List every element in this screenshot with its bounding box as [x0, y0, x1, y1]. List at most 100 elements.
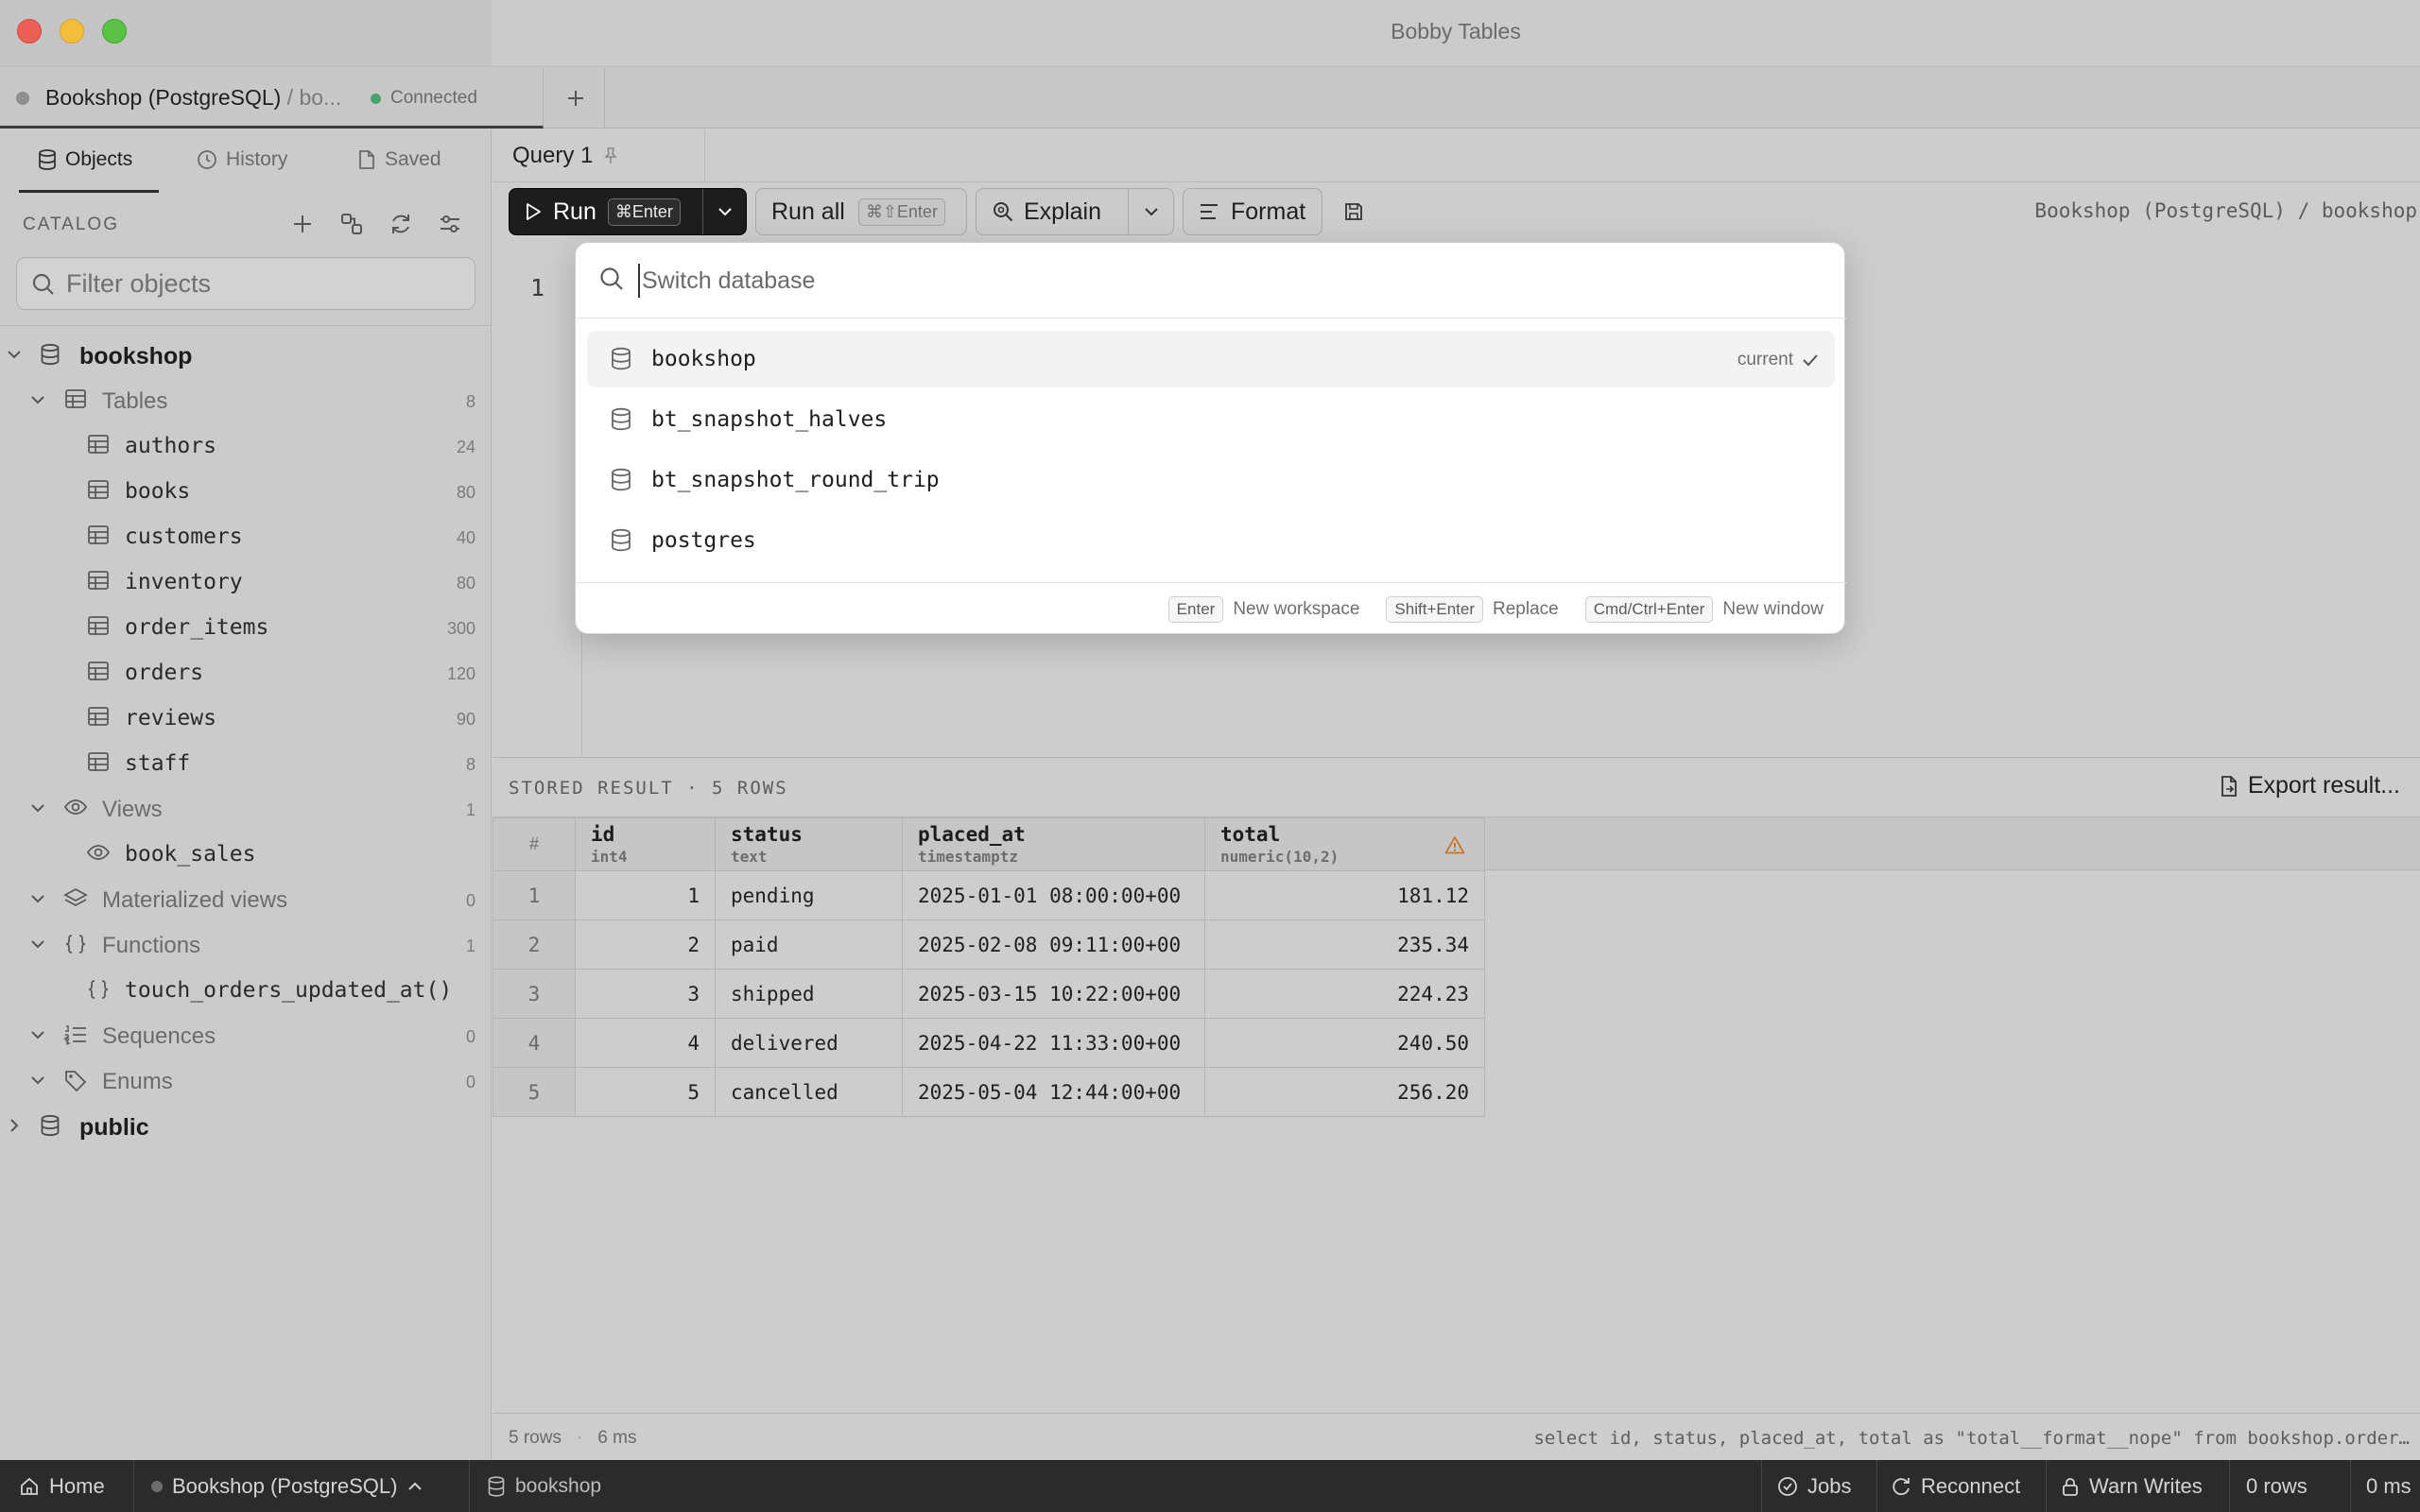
diagram-icon[interactable] [338, 211, 365, 237]
warning-icon[interactable] [1444, 835, 1465, 854]
braces-icon [88, 980, 109, 999]
chevron-down-icon[interactable] [29, 391, 46, 408]
cell-total[interactable]: 224.23 [1204, 969, 1485, 1019]
connected-status-dot [371, 94, 381, 104]
cell-id[interactable]: 4 [575, 1018, 716, 1068]
tree-item-table[interactable]: staff 8 [0, 740, 492, 785]
tree-item-count: 120 [446, 664, 475, 683]
cell-placed-at[interactable]: 2025-04-22 11:33:00+00 [902, 1018, 1205, 1068]
database-switcher[interactable]: bookshop [487, 1460, 601, 1512]
reconnect-button[interactable]: Reconnect [1891, 1460, 2020, 1512]
database-icon [488, 1475, 505, 1497]
cell-id[interactable]: 2 [575, 919, 716, 970]
cell-placed-at[interactable]: 2025-03-15 10:22:00+00 [902, 969, 1205, 1019]
tree-item-table[interactable]: books 80 [0, 468, 492, 513]
tree-item-view[interactable]: book_sales [0, 831, 492, 876]
warn-writes-toggle[interactable]: Warn Writes [2061, 1460, 2203, 1512]
table-row[interactable]: 4 4 delivered 2025-04-22 11:33:00+00 240… [493, 1018, 1485, 1068]
tree-schema-public[interactable]: public [0, 1103, 492, 1148]
jobs-button[interactable]: Jobs [1777, 1460, 1851, 1512]
cell-placed-at[interactable]: 2025-05-04 12:44:00+00 [902, 1067, 1205, 1117]
cell-total[interactable]: 181.12 [1204, 870, 1485, 920]
new-connection-tab-button[interactable] [546, 67, 605, 129]
sliders-icon[interactable] [437, 211, 463, 237]
table-row[interactable]: 1 1 pending 2025-01-01 08:00:00+00 181.1… [493, 870, 1485, 920]
tab-history[interactable]: History [197, 148, 287, 171]
tree-group-materialized-views[interactable]: Materialized views 0 [0, 876, 492, 921]
run-options-button[interactable] [703, 189, 747, 234]
home-button[interactable]: Home [19, 1460, 105, 1512]
cell-placed-at[interactable]: 2025-02-08 09:11:00+00 [902, 919, 1205, 970]
chevron-right-icon[interactable] [6, 1117, 23, 1134]
filter-objects-box[interactable] [16, 257, 475, 310]
database-option[interactable]: bt_snapshot_round_trip [587, 452, 1835, 508]
tree-item-table[interactable]: reviews 90 [0, 695, 492, 740]
tree-item-table[interactable]: order_items 300 [0, 604, 492, 649]
close-window-button[interactable] [17, 19, 42, 43]
tree-item-function[interactable]: touch_orders_updated_at() [0, 967, 492, 1012]
cell-status[interactable]: paid [715, 919, 903, 970]
database-option[interactable]: bt_snapshot_halves [587, 391, 1835, 448]
cell-status[interactable]: delivered [715, 1018, 903, 1068]
export-result-button[interactable]: Export result... [2220, 772, 2400, 799]
tree-group-sequences[interactable]: Sequences 0 [0, 1012, 492, 1057]
refresh-icon[interactable] [388, 211, 414, 237]
tab-saved[interactable]: Saved [357, 148, 441, 171]
switch-database-input[interactable] [638, 264, 1772, 298]
chevron-down-icon[interactable] [29, 1026, 46, 1043]
connection-switcher[interactable]: Bookshop (PostgreSQL) [151, 1460, 424, 1512]
explain-button[interactable]: Explain [977, 189, 1128, 234]
hint-key: Enter [1167, 596, 1224, 623]
tree-group-views[interactable]: Views 1 [0, 785, 492, 831]
tree-item-table[interactable]: inventory 80 [0, 558, 492, 604]
tree-group-functions[interactable]: Functions 1 [0, 921, 492, 967]
chevron-down-icon[interactable] [6, 346, 23, 363]
chevron-down-icon[interactable] [29, 799, 46, 816]
table-row[interactable]: 5 5 cancelled 2025-05-04 12:44:00+00 256… [493, 1067, 1485, 1117]
tree-schema-bookshop[interactable]: bookshop [0, 332, 492, 377]
chevron-down-icon[interactable] [29, 890, 46, 907]
cell-placed-at[interactable]: 2025-01-01 08:00:00+00 [902, 870, 1205, 920]
pin-icon[interactable] [602, 146, 619, 165]
tab-objects[interactable]: Objects [38, 148, 132, 171]
tree-group-tables[interactable]: Tables 8 [0, 377, 492, 422]
tree-group-enums[interactable]: Enums 0 [0, 1057, 492, 1103]
database-option[interactable]: postgres [587, 512, 1835, 569]
tree-item-table[interactable]: customers 40 [0, 513, 492, 558]
plus-icon[interactable] [289, 211, 316, 237]
connection-tab[interactable]: Bookshop (PostgreSQL) / bo... Connected [0, 67, 544, 129]
cell-total[interactable]: 235.34 [1204, 919, 1485, 970]
save-query-button[interactable] [1332, 188, 1375, 235]
chevron-down-icon[interactable] [29, 936, 46, 953]
cell-id[interactable]: 5 [575, 1067, 716, 1117]
cell-status[interactable]: cancelled [715, 1067, 903, 1117]
tree-item-table[interactable]: orders 120 [0, 649, 492, 695]
column-header[interactable]: total numeric(10,2) [1204, 817, 1485, 871]
switch-database-search[interactable] [576, 243, 1846, 318]
cell-status[interactable]: pending [715, 870, 903, 920]
tab-query-1[interactable]: Query 1 [493, 129, 705, 182]
cell-id[interactable]: 1 [575, 870, 716, 920]
tree-item-table[interactable]: authors 24 [0, 422, 492, 468]
refresh-icon [1893, 1477, 1910, 1495]
chevron-down-icon[interactable] [29, 1072, 46, 1089]
filter-objects-input[interactable] [66, 267, 463, 300]
cell-id[interactable]: 3 [575, 969, 716, 1019]
row-number-header: # [493, 817, 576, 871]
column-header[interactable]: status text [715, 817, 903, 871]
connection-tab-bar: Bookshop (PostgreSQL) / bo... Connected [0, 66, 2420, 129]
table-row[interactable]: 2 2 paid 2025-02-08 09:11:00+00 235.34 [493, 919, 1485, 970]
cell-status[interactable]: shipped [715, 969, 903, 1019]
format-button[interactable]: Format [1183, 188, 1322, 235]
minimize-window-button[interactable] [60, 19, 84, 43]
run-button[interactable]: Run ⌘Enter [510, 189, 702, 234]
cell-total[interactable]: 256.20 [1204, 1067, 1485, 1117]
cell-total[interactable]: 240.50 [1204, 1018, 1485, 1068]
column-header[interactable]: id int4 [575, 817, 716, 871]
column-header[interactable]: placed_at timestamptz [902, 817, 1205, 871]
database-option[interactable]: bookshop current [587, 331, 1835, 387]
table-row[interactable]: 3 3 shipped 2025-03-15 10:22:00+00 224.2… [493, 969, 1485, 1019]
zoom-window-button[interactable] [102, 19, 127, 43]
explain-options-button[interactable] [1129, 189, 1174, 234]
run-all-button[interactable]: Run all ⌘⇧Enter [755, 188, 967, 235]
